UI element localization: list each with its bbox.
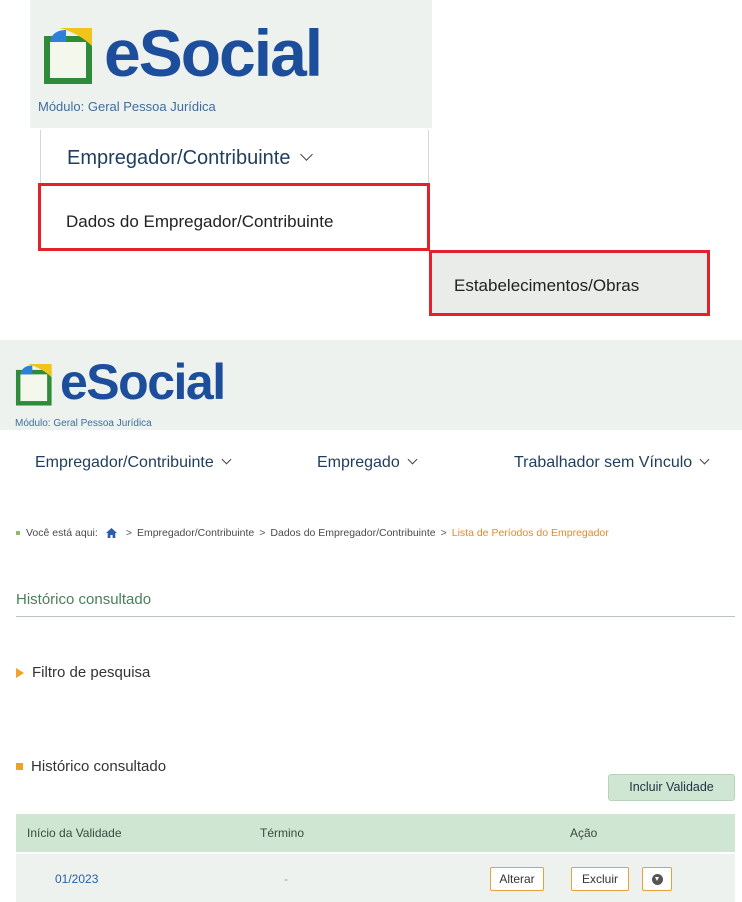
divider: [16, 616, 735, 617]
esocial-logo[interactable]: eSocial: [13, 354, 226, 410]
breadcrumb-separator: >: [440, 527, 447, 539]
cell-termino: -: [284, 872, 288, 886]
esocial-logo-icon: [44, 28, 92, 84]
breadcrumb-current: Lista de Períodos do Empregador: [451, 527, 609, 539]
module-label: Módulo: Geral Pessoa Jurídica: [38, 99, 216, 114]
submenu-dados-label: Dados do Empregador/Contribuinte: [66, 212, 334, 231]
nav-empregador-contribuinte[interactable]: Empregador/Contribuinte: [35, 454, 232, 472]
breadcrumb-item-empregador[interactable]: Empregador/Contribuinte: [137, 527, 254, 539]
esocial-logo[interactable]: eSocial: [40, 16, 323, 90]
table-header: Início da Validade Término Ação: [16, 814, 735, 852]
nav-trabalhador-sem-vinculo[interactable]: Trabalhador sem Vínculo: [514, 454, 710, 472]
menu-label: Empregador/Contribuinte: [67, 147, 291, 169]
cell-inicio-link[interactable]: 01/2023: [55, 872, 98, 886]
page-header: eSocial Módulo: Geral Pessoa Jurídica: [0, 340, 742, 430]
esocial-logo-icon: [15, 363, 52, 406]
bullet-icon: [16, 531, 20, 535]
breadcrumb: Você está aqui: > Empregador/Contribuint…: [16, 527, 609, 539]
history-section-heading: Histórico consultado: [16, 758, 166, 775]
caret-right-icon: [16, 667, 24, 678]
top-header: eSocial Módulo: Geral Pessoa Jurídica: [30, 0, 432, 128]
breadcrumb-separator: >: [259, 527, 266, 539]
column-header-termino: Término: [260, 826, 305, 840]
chevron-down-icon: [221, 454, 232, 465]
esocial-logo-text: eSocial: [104, 16, 323, 90]
home-icon[interactable]: [105, 528, 117, 538]
breadcrumb-item-dados[interactable]: Dados do Empregador/Contribuinte: [270, 527, 435, 539]
page-title: Histórico consultado: [16, 591, 152, 608]
submenu-dados-empregador[interactable]: Dados do Empregador/Contribuinte: [38, 183, 430, 251]
breadcrumb-separator: >: [125, 527, 132, 539]
chevron-down-icon: [407, 454, 418, 465]
module-label: Módulo: Geral Pessoa Jurídica: [15, 418, 152, 429]
column-header-acao: Ação: [570, 826, 598, 840]
square-bullet-icon: [16, 763, 23, 770]
main-nav: Empregador/Contribuinte Empregado Trabal…: [0, 432, 742, 484]
download-icon: [651, 874, 663, 885]
column-header-inicio: Início da Validade: [27, 826, 122, 840]
excluir-button[interactable]: Excluir: [571, 867, 629, 891]
history-label: Histórico consultado: [31, 758, 167, 775]
table-row: 01/2023 - Alterar Excluir: [16, 854, 735, 902]
submenu-estabelecimentos-label: Estabelecimentos/Obras: [454, 276, 640, 295]
download-button[interactable]: [642, 867, 672, 891]
esocial-logo-text: eSocial: [60, 354, 226, 410]
incluir-validade-button[interactable]: Incluir Validade: [608, 774, 735, 801]
breadcrumb-prefix: Você está aqui:: [26, 527, 98, 539]
filter-label: Filtro de pesquisa: [32, 664, 151, 681]
alterar-button[interactable]: Alterar: [490, 867, 544, 891]
chevron-down-icon: [699, 454, 710, 465]
chevron-down-icon: [300, 148, 314, 161]
nav-empregado[interactable]: Empregado: [317, 454, 418, 472]
menu-empregador-contribuinte[interactable]: Empregador/Contribuinte: [40, 130, 429, 184]
submenu-estabelecimentos-obras[interactable]: Estabelecimentos/Obras: [429, 250, 710, 316]
filter-toggle[interactable]: Filtro de pesquisa: [16, 664, 150, 681]
